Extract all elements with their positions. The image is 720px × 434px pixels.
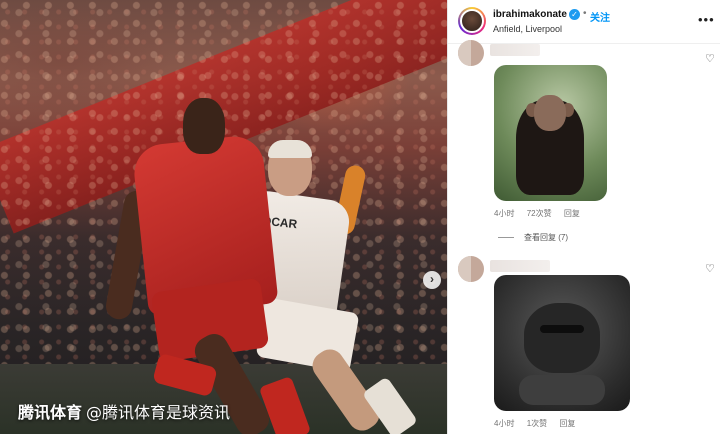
watermark: 腾讯体育 @腾讯体育是球资讯 — [18, 399, 230, 423]
location-link[interactable]: Anfield, Liverpool — [493, 24, 562, 34]
gorilla-sticker[interactable] — [494, 275, 630, 411]
comment-time: 4小时 — [494, 209, 515, 218]
chimp-face — [534, 95, 566, 131]
gorilla-hands — [519, 375, 605, 405]
comment-meta: 4小时 1次赞 回复 — [494, 418, 585, 429]
post-photo[interactable]: SOCAR › 腾讯体育 @腾讯体育是球资讯 — [0, 0, 447, 434]
gorilla-eyes — [540, 325, 584, 333]
gorilla-face — [524, 303, 600, 373]
heart-icon[interactable]: ♡ — [705, 52, 715, 65]
username[interactable]: ibrahimakonate — [493, 9, 567, 20]
view-replies-label: 查看回复 (7) — [524, 233, 568, 242]
comments-panel: ibrahimakonate ✓ • 关注 Anfield, Liverpool… — [447, 0, 720, 434]
chimpanzee-sticker[interactable] — [494, 65, 607, 201]
comment-likes[interactable]: 1次赞 — [527, 419, 547, 428]
chevron-right-icon[interactable]: › — [423, 271, 441, 289]
comment-meta: 4小时 72次赞 回复 — [494, 208, 590, 219]
reply-button[interactable]: 回复 — [559, 419, 575, 428]
comment-username-blurred — [490, 260, 550, 272]
divider-line — [498, 237, 514, 239]
avatar[interactable] — [458, 7, 486, 35]
comment-avatar[interactable] — [458, 256, 484, 282]
watermark-brand: 腾讯体育 — [18, 403, 83, 422]
avatar-image — [460, 9, 484, 33]
comment-avatar[interactable] — [458, 40, 484, 66]
comment-likes[interactable]: 72次赞 — [527, 209, 552, 218]
comment-time: 4小时 — [494, 419, 515, 428]
reply-button[interactable]: 回复 — [564, 209, 580, 218]
post-header: ibrahimakonate ✓ • 关注 Anfield, Liverpool… — [448, 0, 720, 44]
verified-badge-icon: ✓ — [569, 9, 580, 20]
separator-dot: • — [583, 8, 587, 19]
heart-icon[interactable]: ♡ — [705, 262, 715, 275]
follow-button[interactable]: 关注 — [590, 9, 610, 24]
more-horizontal-icon[interactable]: ••• — [698, 12, 715, 27]
comment-username-blurred — [490, 44, 540, 56]
watermark-handle: @腾讯体育是球资讯 — [86, 403, 231, 422]
red-player-head — [183, 98, 225, 154]
view-replies-button[interactable]: 查看回复 (7) — [498, 232, 568, 243]
white-player-hair — [268, 140, 312, 158]
